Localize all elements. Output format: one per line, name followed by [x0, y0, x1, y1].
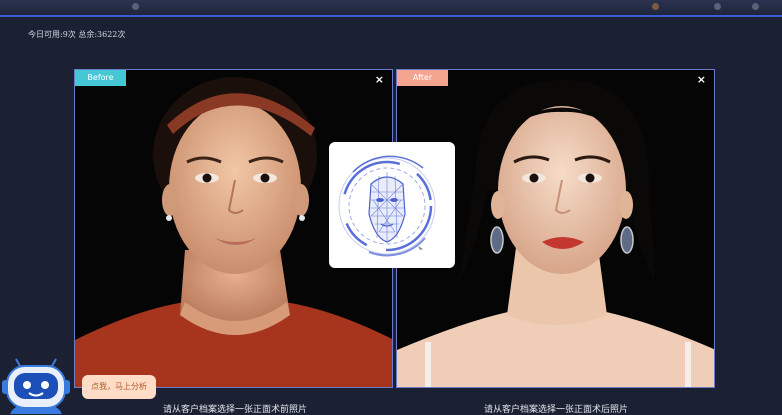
app-icon	[132, 3, 139, 10]
usage-counter: 今日可用:9次 总余:3622次	[28, 30, 126, 39]
before-tag: Before	[75, 70, 126, 86]
menu-icon[interactable]	[752, 3, 759, 10]
before-caption: 请从客户档案选择一张正面术前照片	[163, 405, 308, 415]
home-icon[interactable]	[714, 3, 721, 10]
avatar[interactable]	[652, 3, 659, 10]
title-bar	[0, 0, 782, 17]
face-mesh-icon	[338, 155, 436, 257]
after-caption: 请从客户档案选择一张正面术后照片	[484, 405, 629, 415]
analysis-card[interactable]	[329, 142, 455, 268]
before-close-icon[interactable]: ×	[375, 73, 384, 86]
after-close-icon[interactable]: ×	[697, 73, 706, 86]
analyze-button[interactable]: 点我，马上分析	[82, 375, 156, 399]
robot-assistant-icon[interactable]	[0, 358, 72, 414]
after-tag: After	[397, 70, 448, 86]
